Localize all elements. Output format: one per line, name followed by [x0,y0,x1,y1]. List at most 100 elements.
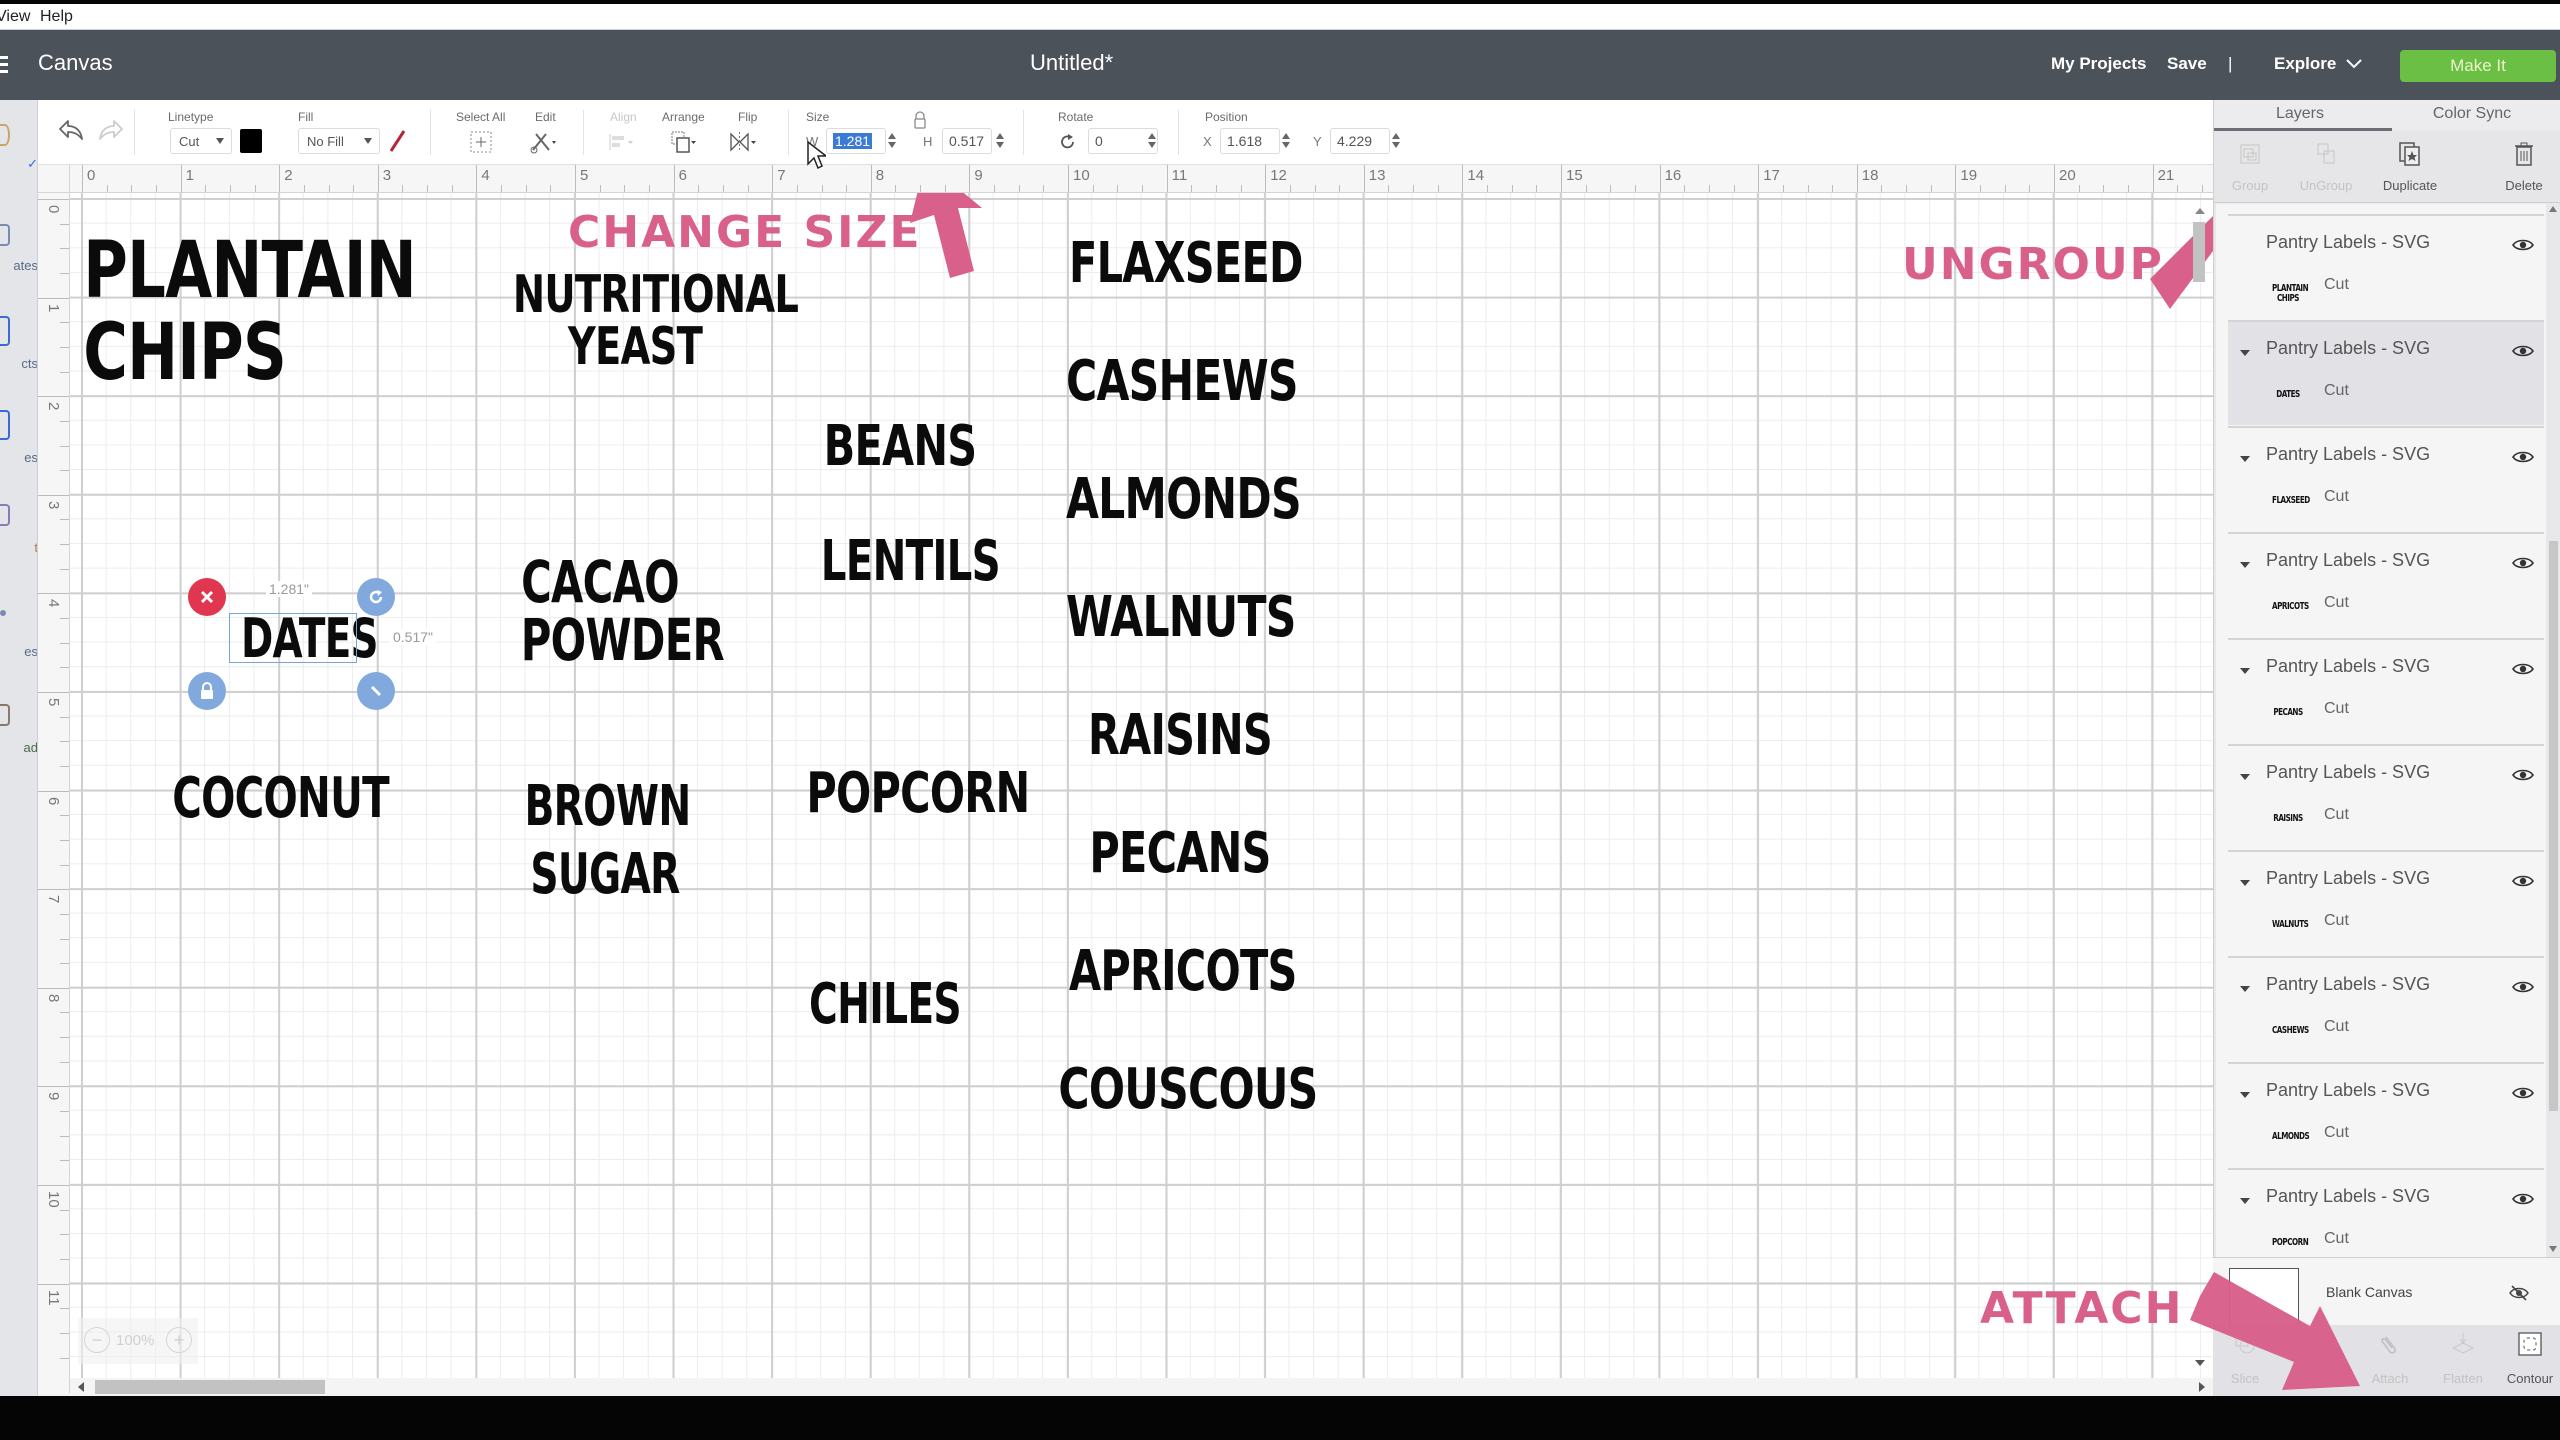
canvas-word-brown-sugar[interactable]: BROWN SUGAR [525,773,692,910]
expand-triangle-icon[interactable] [2240,1092,2250,1098]
linetype-color-swatch[interactable] [240,129,262,153]
expand-triangle-icon[interactable] [2240,986,2250,992]
height-input[interactable]: 0.517 [942,128,992,154]
expand-triangle-icon[interactable] [2240,1198,2250,1204]
resize-handle[interactable] [357,672,395,710]
new-icon[interactable] [0,124,10,146]
eye-icon[interactable] [2512,1086,2534,1100]
eye-hidden-icon[interactable] [2508,1284,2530,1302]
eye-icon[interactable] [2512,662,2534,676]
tab-layers[interactable]: Layers [2214,105,2386,123]
group-button[interactable]: Group [2212,131,2288,203]
upload-icon[interactable] [0,704,10,726]
layer-row[interactable]: Pantry Labels - SVG FLAXSEED Cut [2228,426,2544,531]
eye-icon[interactable] [2512,238,2534,252]
expand-triangle-icon[interactable] [2240,456,2250,462]
fill-select[interactable]: No Fill [298,128,380,154]
my-projects-link[interactable]: My Projects [2051,54,2146,74]
position-y-input[interactable]: 4.229 [1330,128,1390,154]
make-it-button[interactable]: Make It [2400,50,2556,82]
height-stepper[interactable] [996,133,1004,149]
shapes-icon[interactable] [0,410,10,440]
no-fill-swatch-icon[interactable] [386,129,408,153]
sidebar-upload-label[interactable]: ad [0,740,37,755]
eye-icon[interactable] [2512,1192,2534,1206]
width-stepper[interactable] [888,133,896,149]
position-x-input[interactable]: 1.618 [1220,128,1280,154]
canvas-word-popcorn[interactable]: POPCORN [806,764,1030,824]
layer-row[interactable]: Pantry Labels - SVG CASHEWS Cut [2228,956,2544,1061]
select-all-icon[interactable] [466,128,496,156]
sidebar-templates-label[interactable]: ates [0,258,37,273]
zoom-in-button[interactable]: + [166,1327,192,1353]
lock-aspect-icon[interactable] [912,110,928,130]
design-canvas[interactable]: PLANTAIN CHIPS NUTRITIONAL YEAST FLAXSEE… [70,193,2213,1378]
contour-button[interactable]: Contour [2492,1325,2560,1397]
canvas-word-walnuts[interactable]: WALNUTS [1066,588,1296,648]
redo-icon[interactable] [96,116,126,144]
canvas-word-beans[interactable]: BEANS [819,417,982,477]
canvas-word-raisins[interactable]: RAISINS [1069,706,1291,766]
width-input[interactable]: 1.281 [826,128,886,154]
canvas-vertical-scrollbar[interactable] [2190,200,2208,1375]
images-icon[interactable] [0,610,6,616]
tab-color-sync[interactable]: Color Sync [2386,105,2558,123]
expand-triangle-icon[interactable] [2240,668,2250,674]
canvas-word-lentils[interactable]: LENTILS [821,532,1001,592]
templates-icon[interactable] [0,224,10,246]
zoom-out-button[interactable]: − [84,1327,110,1353]
chevron-down-icon[interactable] [2345,54,2363,72]
sidebar-new-label[interactable]: ✓ [0,156,37,172]
layer-row[interactable]: Pantry Labels - SVG PLANTAIN CHIPS Cut [2228,214,2544,319]
flip-icon[interactable] [728,128,758,156]
projects-icon[interactable] [0,316,10,346]
canvas-word-plantain-chips[interactable]: PLANTAIN CHIPS [83,230,416,395]
layer-row[interactable]: Pantry Labels - SVG WALNUTS Cut [2228,850,2544,955]
linetype-select[interactable]: Cut [170,128,232,154]
eye-icon[interactable] [2512,450,2534,464]
layers-scrollbar[interactable] [2547,206,2560,1256]
ungroup-button[interactable]: UnGroup [2288,131,2364,203]
delete-handle[interactable] [188,578,226,616]
canvas-horizontal-scrollbar[interactable] [70,1378,2213,1396]
arrange-icon[interactable] [668,128,698,156]
rotate-stepper[interactable] [1148,133,1156,149]
canvas-word-cacao-powder[interactable]: CACAO POWDER [521,553,725,669]
canvas-word-cashews[interactable]: CASHEWS [1066,352,1299,412]
rotate-handle[interactable] [357,578,395,616]
canvas-word-chiles[interactable]: CHILES [805,975,966,1035]
canvas-word-apricots[interactable]: APRICOTS [1069,942,1297,1002]
expand-triangle-icon[interactable] [2240,562,2250,568]
sidebar-images-label[interactable]: es [0,644,37,659]
layer-row[interactable]: Pantry Labels - SVG PECANS Cut [2228,638,2544,743]
lock-handle[interactable] [188,672,226,710]
eye-icon[interactable] [2512,980,2534,994]
sidebar-shapes-label[interactable]: es [0,450,37,465]
position-y-stepper[interactable] [1392,133,1400,149]
flatten-button[interactable]: Flatten [2425,1325,2501,1397]
menu-help[interactable]: Help [40,8,73,26]
save-link[interactable]: Save [2167,54,2207,74]
delete-button[interactable]: Delete [2486,131,2560,203]
edit-scissors-icon[interactable] [528,128,558,156]
canvas-word-coconut[interactable]: COCONUT [172,769,389,829]
expand-triangle-icon[interactable] [2240,350,2250,356]
layer-row[interactable]: Pantry Labels - SVG RAISINS Cut [2228,744,2544,849]
explore-menu[interactable]: Explore [2274,54,2336,74]
menu-view[interactable]: View [0,8,30,26]
canvas-word-nutritional-yeast[interactable]: NUTRITIONAL YEAST [513,269,799,373]
eye-icon[interactable] [2512,874,2534,888]
hamburger-menu-icon[interactable] [0,56,8,74]
canvas-word-pecans[interactable]: PECANS [1069,824,1291,884]
layer-row[interactable]: Pantry Labels - SVG DATES Cut [2228,320,2544,425]
expand-triangle-icon[interactable] [2240,880,2250,886]
canvas-word-almonds[interactable]: ALMONDS [1066,470,1302,530]
text-icon[interactable] [0,504,10,526]
canvas-word-couscous[interactable]: COUSCOUS [1058,1060,1318,1120]
selection-bounding-box[interactable] [229,613,357,663]
sidebar-text-label[interactable]: t [0,540,37,555]
eye-icon[interactable] [2512,556,2534,570]
expand-triangle-icon[interactable] [2240,774,2250,780]
sidebar-projects-label[interactable]: cts [0,356,37,371]
layer-row[interactable]: Pantry Labels - SVG APRICOTS Cut [2228,532,2544,637]
